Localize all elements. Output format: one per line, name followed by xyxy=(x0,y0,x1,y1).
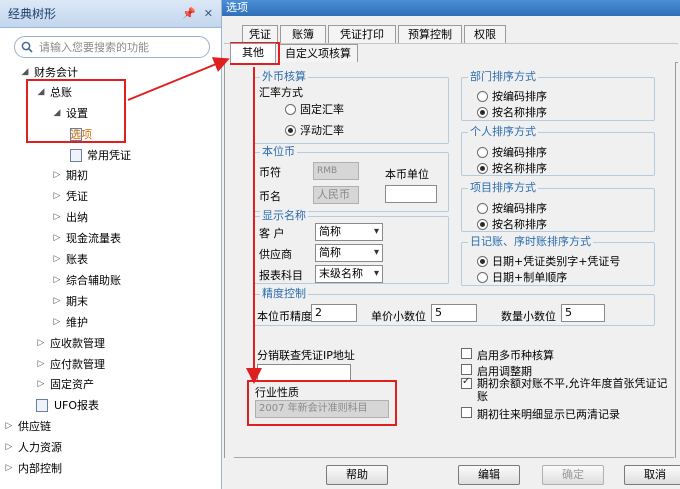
tab-other[interactable]: 其他 xyxy=(230,43,276,63)
annotation-arrows xyxy=(127,57,262,384)
arrow-to-other-tab xyxy=(127,57,230,101)
